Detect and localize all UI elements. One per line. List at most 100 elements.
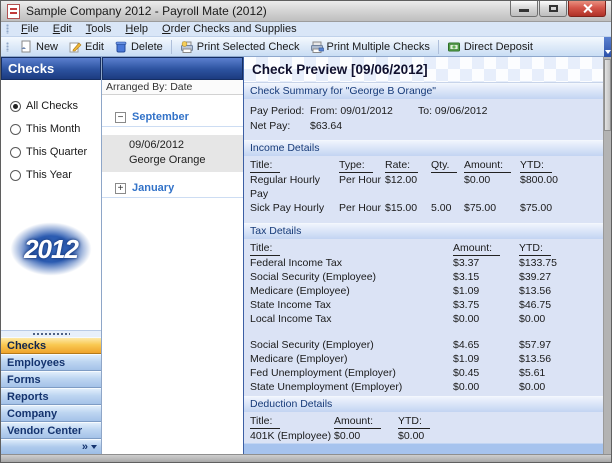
menu-help[interactable]: Help <box>118 22 155 36</box>
column-header: Amount: <box>464 158 520 173</box>
filter-label: This Quarter <box>26 146 87 158</box>
cell-rate: $15.00 <box>385 201 431 215</box>
cell-title: Federal Income Tax <box>250 256 453 270</box>
group-september[interactable]: − September <box>102 111 243 127</box>
filter-this-year[interactable]: This Year <box>10 169 101 181</box>
cell-ytd: $0.00 <box>519 380 597 394</box>
new-button-label: New <box>36 41 58 53</box>
cell-title: Local Income Tax <box>250 312 453 326</box>
menu-grip-handle[interactable] <box>6 24 9 34</box>
toolbar: New Edit Delete Print Selected Check Pri… <box>1 37 611 57</box>
cell-amount: $3.75 <box>453 298 519 312</box>
toolbar-overflow-button[interactable] <box>604 37 611 57</box>
nav-splitter-handle[interactable] <box>1 330 101 337</box>
deduction-table: Title: Amount: YTD: 401K (Employee) $0.0… <box>250 414 597 443</box>
net-pay-value: $63.64 <box>310 120 342 132</box>
cell-amount: $75.00 <box>464 201 520 215</box>
toolbar-grip-handle[interactable] <box>6 42 9 52</box>
collapse-icon[interactable]: − <box>115 112 126 123</box>
direct-deposit-label: Direct Deposit <box>464 41 533 53</box>
arranged-by-bar[interactable]: Arranged By: Date <box>102 80 243 95</box>
list-panel-topbar <box>102 57 243 80</box>
income-row: Sick Pay Hourly Per Hour $15.00 5.00 $75… <box>250 201 597 215</box>
menu-order-checks[interactable]: Order Checks and Supplies <box>155 22 304 36</box>
minimize-icon <box>519 9 529 12</box>
tax-column-headers: Title: Amount: YTD: <box>250 241 597 256</box>
chevron-down-icon <box>605 50 611 54</box>
check-preview-title: Check Preview [09/06/2012] <box>244 57 603 83</box>
sidebar-item-reports[interactable]: Reports <box>1 388 101 405</box>
filter-all-checks[interactable]: All Checks <box>10 100 101 112</box>
check-list-panel: Arranged By: Date − September 09/06/2012… <box>102 57 244 454</box>
sidebar-item-checks[interactable]: Checks <box>1 337 101 354</box>
check-preview-body: Check Summary for "George B Orange" Pay … <box>244 83 603 454</box>
column-header: YTD: <box>519 241 597 256</box>
direct-deposit-button[interactable]: Direct Deposit <box>442 39 538 55</box>
tax-row: Fed Unemployment (Employer) $0.45 $5.61 <box>250 366 597 380</box>
tax-row: Federal Income Tax $3.37 $133.75 <box>250 256 597 270</box>
cell-amount: $0.00 <box>464 173 520 201</box>
main-content: Checks All Checks This Month This Quarte… <box>1 57 611 454</box>
income-row: Regular Hourly Pay Per Hour $12.00 $0.00… <box>250 173 597 201</box>
cell-qty: 5.00 <box>431 201 464 215</box>
cell-ytd: $0.00 <box>398 429 597 443</box>
cell-amount: $3.15 <box>453 270 519 284</box>
app-icon <box>7 4 20 19</box>
menu-edit[interactable]: Edit <box>46 22 79 36</box>
scrollbar-thumb[interactable] <box>604 59 611 131</box>
sidebar-item-forms[interactable]: Forms <box>1 371 101 388</box>
cell-rate: $12.00 <box>385 173 431 201</box>
grip-dots-icon <box>32 332 70 336</box>
nav-overflow-button[interactable]: » <box>1 439 101 454</box>
net-pay-label: Net Pay: <box>250 119 310 134</box>
pay-period-to: To: 09/06/2012 <box>418 105 487 117</box>
radio-icon <box>10 147 21 158</box>
sidebar-item-employees[interactable]: Employees <box>1 354 101 371</box>
sidebar-nav: Checks Employees Forms Reports Company V… <box>1 330 101 454</box>
group-name: September <box>132 111 189 123</box>
check-filter-group: All Checks This Month This Quarter This … <box>1 80 101 192</box>
menu-tools[interactable]: Tools <box>79 22 119 36</box>
filter-this-quarter[interactable]: This Quarter <box>10 146 101 158</box>
cell-title: Social Security (Employer) <box>250 338 453 352</box>
new-button[interactable]: New <box>14 39 63 55</box>
delete-button[interactable]: Delete <box>109 39 168 55</box>
print-multiple-checks-button[interactable]: Print Multiple Checks <box>305 39 435 55</box>
check-item-employee: George Orange <box>129 153 243 168</box>
sidebar-item-company[interactable]: Company <box>1 405 101 422</box>
print-selected-check-button[interactable]: Print Selected Check <box>175 39 305 55</box>
cell-title: 401K (Employee) <box>250 429 334 443</box>
maximize-button[interactable] <box>539 1 567 17</box>
column-header: Amount: <box>453 241 519 256</box>
direct-deposit-icon <box>447 40 461 54</box>
filter-this-month[interactable]: This Month <box>10 123 101 135</box>
edit-button[interactable]: Edit <box>63 39 109 55</box>
window-title: Sample Company 2012 - Payroll Mate (2012… <box>26 4 267 18</box>
cell-title: Medicare (Employee) <box>250 284 453 298</box>
column-header: Amount: <box>334 414 398 429</box>
vertical-scrollbar[interactable] <box>603 57 611 454</box>
print-multiple-checks-label: Print Multiple Checks <box>327 41 430 53</box>
cell-title: Medicare (Employer) <box>250 352 453 366</box>
cell-amount: $0.00 <box>453 380 519 394</box>
tax-row: State Income Tax $3.75 $46.75 <box>250 298 597 312</box>
year-logo: 2012 <box>7 220 95 278</box>
menu-file[interactable]: File <box>14 22 46 36</box>
tax-row: Social Security (Employer) $4.65 $57.97 <box>250 338 597 352</box>
close-button[interactable] <box>568 1 606 17</box>
sidebar-item-vendor-center[interactable]: Vendor Center <box>1 422 101 439</box>
check-list-item-selected[interactable]: 09/06/2012 George Orange <box>102 135 243 172</box>
expand-icon[interactable]: + <box>115 183 126 194</box>
filter-label: This Month <box>26 123 80 135</box>
check-summary-header: Check Summary for "George B Orange" <box>244 83 603 99</box>
group-january[interactable]: + January <box>102 182 243 198</box>
cell-ytd: $800.00 <box>520 173 597 201</box>
cell-ytd: $46.75 <box>519 298 597 312</box>
column-header: Title: <box>250 241 453 256</box>
cell-title: Social Security (Employee) <box>250 270 453 284</box>
sidebar-header: Checks <box>1 57 101 80</box>
cell-amount: $0.00 <box>453 312 519 326</box>
income-details-header: Income Details <box>244 140 603 156</box>
sidebar: Checks All Checks This Month This Quarte… <box>1 57 102 454</box>
minimize-button[interactable] <box>510 1 538 17</box>
